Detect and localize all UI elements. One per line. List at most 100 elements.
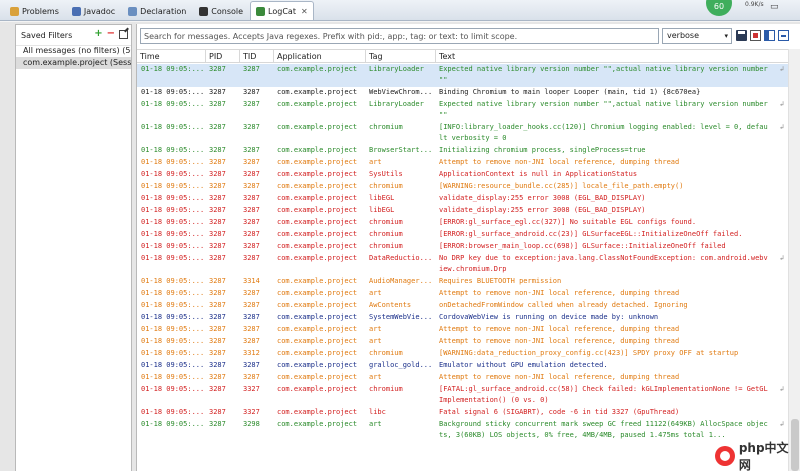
log-tid: 3298 — [243, 420, 260, 428]
log-row[interactable]: 01-18 09:05:... 3287 3287 com.example.proje… — [137, 288, 788, 300]
log-time: 01-18 09:05:... — [141, 254, 205, 262]
log-row[interactable]: 01-18 09:05:... 3287 3287 com.example.proje… — [137, 241, 788, 253]
edit-filter-icon[interactable] — [119, 29, 128, 39]
log-tag: LibraryLoader — [369, 100, 424, 108]
log-app: com.example.project — [277, 206, 358, 214]
log-tid: 3287 — [243, 146, 260, 154]
log-tid: 3314 — [243, 277, 260, 285]
console-icon — [199, 7, 209, 16]
header-divider — [16, 45, 131, 46]
column-application[interactable]: Application — [273, 50, 365, 63]
tab-label: Console — [211, 7, 244, 16]
log-tag: DataReductio... — [369, 254, 433, 262]
log-row[interactable]: 01-18 09:05:... 3287 3287 com.example.proje… — [137, 229, 788, 241]
log-pid: 3287 — [209, 123, 226, 131]
log-text: Expected native library version number "… — [439, 100, 768, 119]
log-pid: 3287 — [209, 361, 226, 369]
save-icon[interactable] — [736, 30, 747, 41]
column-text[interactable]: Text — [435, 50, 788, 63]
log-app: com.example.project — [277, 218, 358, 226]
log-text: Fatal signal 6 (SIGABRT), code -6 in tid… — [439, 408, 680, 416]
log-row[interactable]: 01-18 09:05:... 3287 3287 com.example.proje… — [137, 372, 788, 384]
log-app: com.example.project — [277, 301, 358, 309]
log-pid: 3287 — [209, 337, 226, 345]
log-tag: WebViewChrom... — [369, 88, 433, 96]
log-row[interactable]: 01-18 09:05:... 3287 3287 com.example.proje… — [137, 217, 788, 229]
tab-javadoc[interactable]: Javadoc — [66, 2, 121, 20]
minimize-icon[interactable]: ▭ — [770, 2, 779, 12]
log-row[interactable]: 01-18 09:05:... 3287 3287 com.example.proje… — [137, 300, 788, 312]
log-row[interactable]: 01-18 09:05:... 3287 3287 com.example.proje… — [137, 324, 788, 336]
log-tid: 3287 — [243, 289, 260, 297]
wrap-icon: ↲ — [779, 65, 784, 73]
log-app: com.example.project — [277, 242, 358, 250]
close-icon[interactable]: ✕ — [301, 7, 308, 16]
log-app: com.example.project — [277, 385, 358, 393]
log-text: [ERROR:browser_main_loop.cc(698)] GLSurf… — [439, 242, 726, 250]
log-row[interactable]: 01-18 09:05:... 3287 3298 com.example.proje… — [137, 419, 788, 442]
log-row[interactable]: 01-18 09:05:... 3287 3287 com.example.proje… — [137, 169, 788, 181]
remove-filter-icon[interactable]: − — [107, 29, 115, 39]
log-row[interactable]: 01-18 09:05:... 3287 3287 com.example.proje… — [137, 205, 788, 217]
tab-problems[interactable]: Problems — [4, 2, 65, 20]
add-filter-icon[interactable]: + — [94, 29, 102, 39]
log-row[interactable]: 01-18 09:05:... 3287 3312 com.example.proje… — [137, 348, 788, 360]
log-app: com.example.project — [277, 123, 358, 131]
log-app: com.example.project — [277, 313, 358, 321]
log-row[interactable]: 01-18 09:05:... 3287 3287 com.example.proje… — [137, 253, 788, 276]
log-pid: 3287 — [209, 349, 226, 357]
log-row[interactable]: 01-18 09:05:... 3287 3287 com.example.proje… — [137, 145, 788, 157]
log-level-value: verbose — [667, 31, 700, 40]
column-tid[interactable]: TID — [239, 50, 273, 63]
log-row[interactable]: 01-18 09:05:... 3287 3287 com.example.proje… — [137, 87, 788, 99]
log-pid: 3287 — [209, 206, 226, 214]
log-app: com.example.project — [277, 158, 358, 166]
log-pid: 3287 — [209, 301, 226, 309]
search-input[interactable] — [140, 28, 659, 44]
log-row[interactable]: 01-18 09:05:... 3287 3327 com.example.proje… — [137, 384, 788, 407]
tab-declaration[interactable]: Declaration — [122, 2, 192, 20]
log-text: [ERROR:gl_surface_android.cc(23)] GLSurf… — [439, 230, 743, 238]
log-row[interactable]: 01-18 09:05:... 3287 3287 com.example.proje… — [137, 193, 788, 205]
javadoc-icon — [71, 7, 81, 16]
log-row[interactable]: 01-18 09:05:... 3287 3287 com.example.proje… — [137, 64, 788, 87]
log-text: [ERROR:gl_surface_egl.cc(327)] No suitab… — [439, 218, 697, 226]
tab-console[interactable]: Console — [193, 2, 249, 20]
log-time: 01-18 09:05:... — [141, 373, 205, 381]
log-row[interactable]: 01-18 09:05:... 3287 3287 com.example.proje… — [137, 312, 788, 324]
log-table-header: Time PID TID Application Tag Text — [137, 49, 788, 63]
log-row[interactable]: 01-18 09:05:... 3287 3287 com.example.proje… — [137, 336, 788, 348]
log-level-select[interactable]: verbose ▾ — [662, 28, 732, 44]
tab-logcat[interactable]: LogCat ✕ — [250, 1, 314, 20]
log-app: com.example.project — [277, 337, 358, 345]
column-time[interactable]: Time — [137, 50, 205, 63]
log-row[interactable]: 01-18 09:05:... 3287 3287 com.example.proje… — [137, 99, 788, 122]
log-tag: chromium — [369, 182, 403, 190]
log-tid: 3287 — [243, 100, 260, 108]
column-pid[interactable]: PID — [205, 50, 239, 63]
toggle-filters-icon[interactable] — [764, 30, 775, 41]
log-row[interactable]: 01-18 09:05:... 3287 3287 com.example.proje… — [137, 181, 788, 193]
clear-log-icon[interactable] — [750, 30, 761, 41]
log-time: 01-18 09:05:... — [141, 194, 205, 202]
wrap-icon: ↲ — [779, 420, 784, 428]
filter-all-messages[interactable]: All messages (no filters) (5074) — [16, 45, 131, 57]
vertical-scrollbar[interactable] — [788, 49, 800, 471]
log-tid: 3287 — [243, 123, 260, 131]
filter-session[interactable]: com.example.project (Session ) — [16, 57, 131, 69]
column-tag[interactable]: Tag — [365, 50, 435, 63]
log-row[interactable]: 01-18 09:05:... 3287 3287 com.example.proje… — [137, 157, 788, 169]
log-tid: 3287 — [243, 301, 260, 309]
log-app: com.example.project — [277, 254, 358, 262]
log-text: [WARNING:resource_bundle.cc(285)] locale… — [439, 182, 684, 190]
scroll-lock-icon[interactable] — [778, 30, 789, 41]
log-tag: art — [369, 325, 382, 333]
log-row[interactable]: 01-18 09:05:... 3287 3327 com.example.proje… — [137, 407, 788, 419]
log-text: Background sticky concurrent mark sweep … — [439, 420, 768, 439]
log-time: 01-18 09:05:... — [141, 230, 205, 238]
log-row[interactable]: 01-18 09:05:... 3287 3287 com.example.proje… — [137, 122, 788, 145]
log-row[interactable]: 01-18 09:05:... 3287 3287 com.example.proje… — [137, 360, 788, 372]
log-row[interactable]: 01-18 09:05:... 3287 3314 com.example.proje… — [137, 276, 788, 288]
log-time: 01-18 09:05:... — [141, 146, 205, 154]
chevron-down-icon: ▾ — [724, 32, 728, 40]
